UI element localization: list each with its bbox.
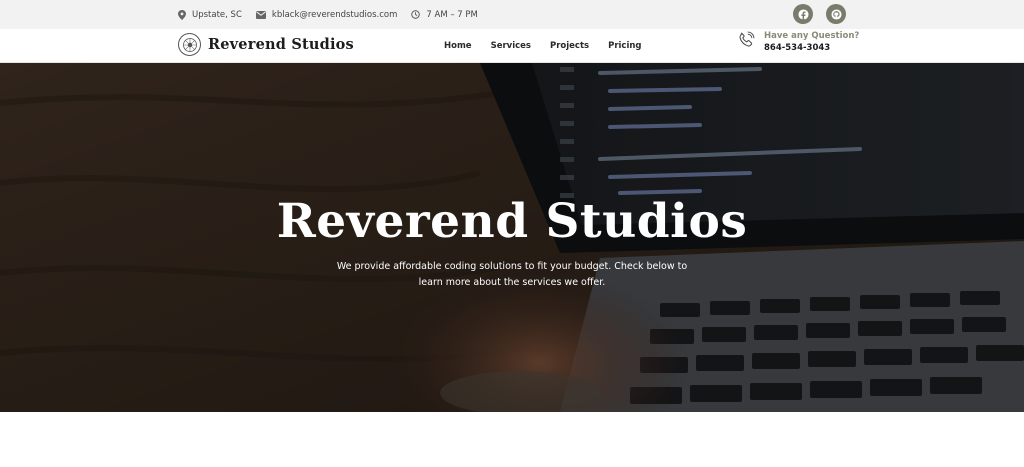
map-pin-icon	[178, 9, 186, 20]
mail-icon	[255, 10, 266, 19]
hours-info: 7 AM – 7 PM	[411, 9, 478, 20]
hero-title: Reverend Studios	[276, 194, 748, 249]
social-links	[793, 4, 846, 24]
nav-services[interactable]: Services	[491, 41, 531, 51]
contact-info: Upstate, SC kblack@reverendstudios.com 7…	[178, 0, 478, 29]
hours-text: 7 AM – 7 PM	[426, 9, 478, 20]
contact-phone[interactable]: 864-534-3043	[764, 43, 859, 53]
content-area	[0, 412, 1024, 467]
contact-lines: Have any Question? 864-534-3043	[764, 31, 859, 53]
contact-question: Have any Question?	[764, 31, 860, 41]
site-header: Reverend Studios Home Services Projects …	[0, 29, 1024, 63]
github-button[interactable]	[826, 4, 846, 24]
email-text[interactable]: kblack@reverendstudios.com	[272, 10, 398, 20]
brand-logo[interactable]: Reverend Studios	[178, 33, 354, 56]
nav-home[interactable]: Home	[444, 41, 472, 51]
nav-pricing[interactable]: Pricing	[608, 41, 641, 51]
main-nav: Home Services Projects Pricing	[444, 29, 642, 62]
nav-projects[interactable]: Projects	[550, 41, 589, 51]
facebook-button[interactable]	[793, 4, 813, 24]
top-info-bar: Upstate, SC kblack@reverendstudios.com 7…	[0, 0, 1024, 29]
hero-section: Reverend Studios We provide affordable c…	[0, 63, 1024, 412]
location-info: Upstate, SC	[178, 9, 242, 20]
email-info[interactable]: kblack@reverendstudios.com	[255, 10, 398, 20]
facebook-icon	[797, 5, 809, 24]
brand-name: Reverend Studios	[208, 36, 354, 53]
github-icon	[830, 5, 842, 24]
logo-emblem-icon	[178, 33, 201, 56]
hero-subtitle: We provide affordable coding solutions t…	[336, 261, 688, 288]
header-contact: Have any Question? 864-534-3043	[737, 31, 859, 53]
phone-icon	[737, 31, 755, 53]
location-text: Upstate, SC	[192, 9, 242, 20]
clock-icon	[411, 10, 421, 19]
